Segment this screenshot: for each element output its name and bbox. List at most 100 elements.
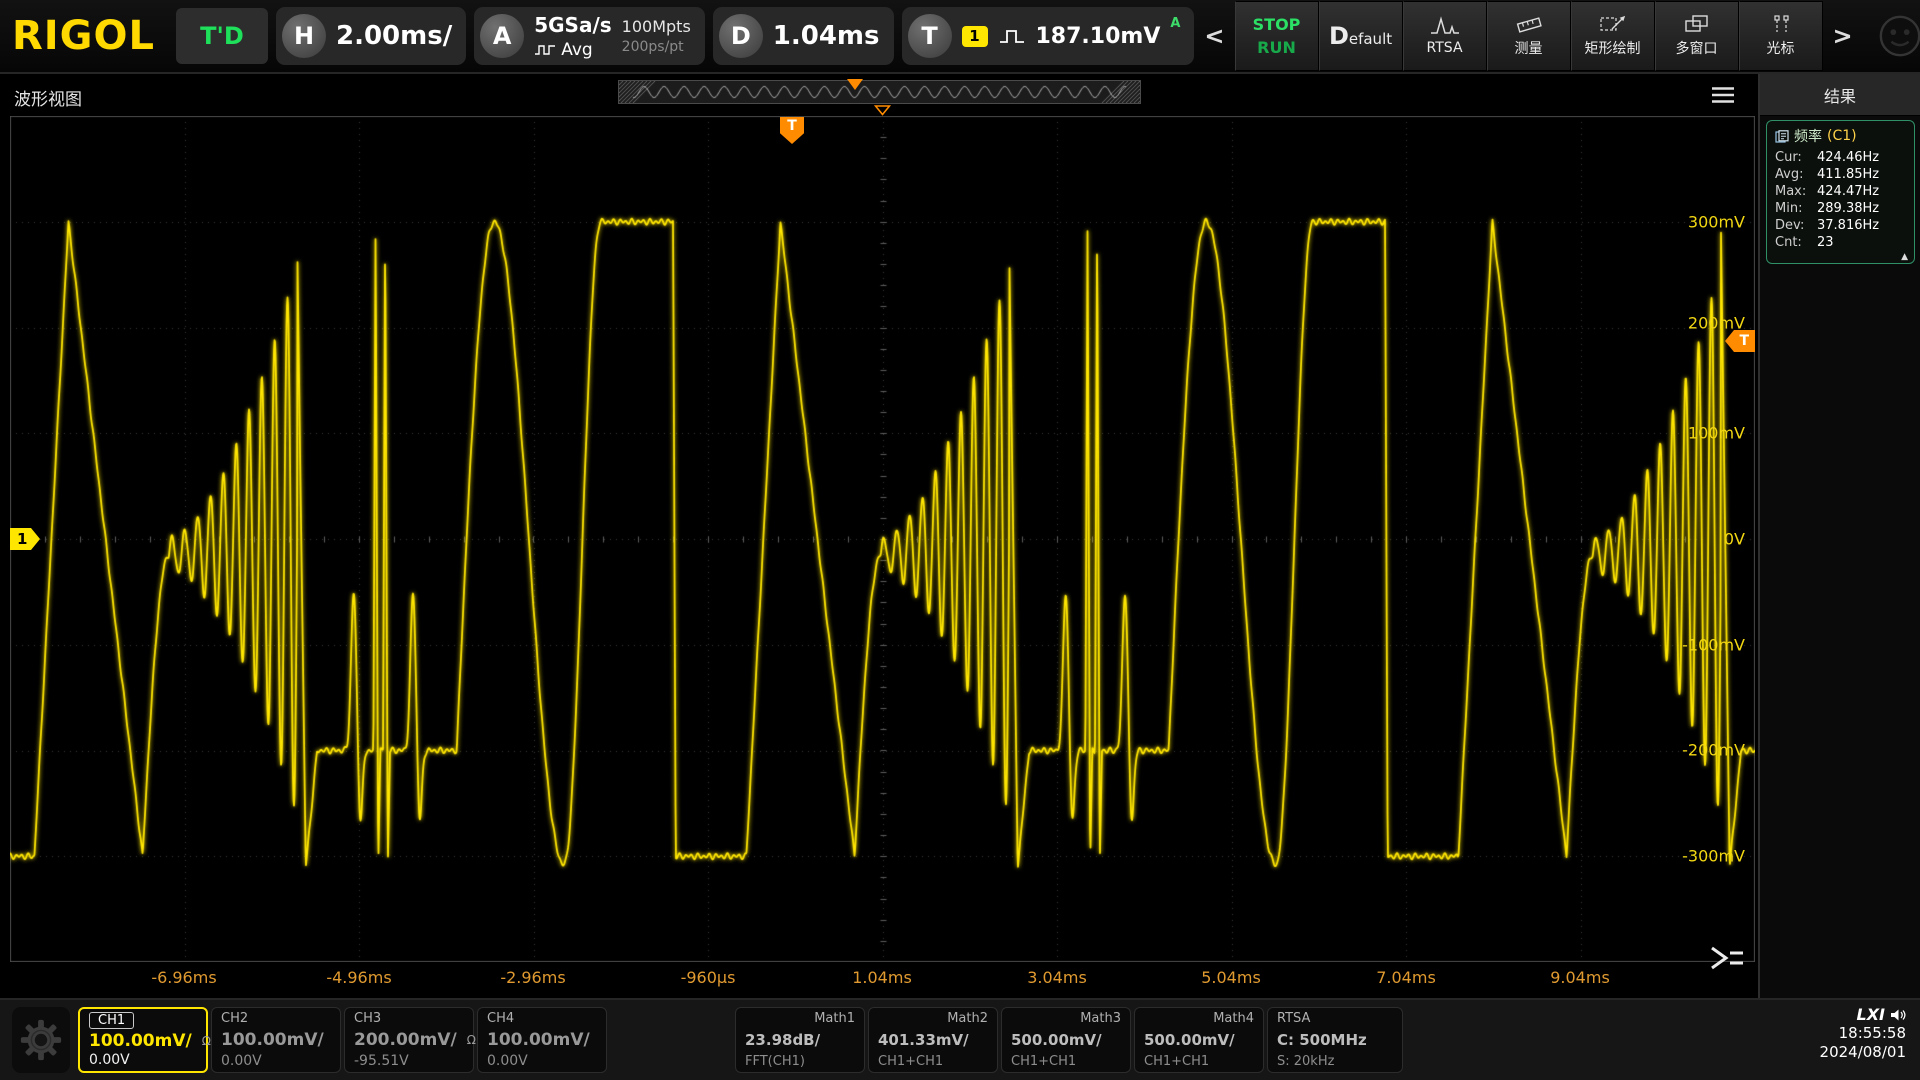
math3-cell[interactable]: Math3 500.00mV/ CH1+CH1 [1001, 1007, 1131, 1073]
math-scale: 500.00mV/ [1144, 1032, 1254, 1049]
waveform-canvas[interactable] [10, 116, 1755, 962]
measure-label: 测量 [1515, 38, 1543, 58]
multi-window-button[interactable]: 多窗口 [1655, 1, 1739, 71]
math4-cell[interactable]: Math4 500.00mV/ CH1+CH1 [1134, 1007, 1264, 1073]
pencil-rect-icon [1599, 14, 1627, 34]
x-axis-label: 7.04ms [1376, 968, 1436, 987]
toolbar-expand-icon[interactable]: > [1831, 22, 1855, 50]
toolbar-collapse-icon[interactable]: < [1202, 22, 1226, 50]
channel-scale-value: 100.00mV/ [89, 1032, 192, 1050]
channel-scale: 200.00mV/ Ω [354, 1031, 464, 1049]
rigol-logo: RIGOL [12, 13, 168, 59]
waveform-view-panel: 波形视图 T 1 T 300mV 200mV 100mV 0V -100 [0, 74, 1760, 998]
bottom-status-bar: CH1 100.00mV/ Ω 0.00V CH2 100.00mV/ 0.00… [0, 998, 1920, 1080]
math1-cell[interactable]: Math1 23.98dB/ FFT(CH1) [735, 1007, 865, 1073]
lxi-label: LXI [1857, 1005, 1885, 1024]
timebase-value: 2.00ms/ [336, 21, 452, 51]
system-time: 18:55:58 [1820, 1024, 1906, 1043]
multi-window-label: 多窗口 [1676, 38, 1718, 58]
stat-value: 37.816Hz [1817, 217, 1879, 234]
measurement-row: Cur: 424.46Hz [1775, 149, 1906, 166]
waveform-view-title: 波形视图 [14, 85, 82, 110]
rtsa-center-freq: C: 500MHz [1277, 1032, 1393, 1049]
channel-scale-value: 100.00mV/ [221, 1031, 324, 1049]
default-button[interactable]: Default [1319, 1, 1403, 71]
channel-offset: -95.51V [354, 1054, 464, 1069]
horizontal-overview-strip[interactable] [618, 80, 1141, 104]
cursor-button[interactable]: 光标 [1739, 1, 1823, 71]
x-axis-label: -2.96ms [500, 968, 565, 987]
x-axis-label: 9.04ms [1550, 968, 1610, 987]
math-expression: FFT(CH1) [745, 1054, 855, 1069]
horizontal-settings-group[interactable]: H 2.00ms/ [276, 7, 466, 65]
math-name: Math2 [947, 1011, 988, 1026]
y-axis-label: 200mV [1688, 314, 1745, 333]
speaker-icon[interactable] [1890, 1008, 1906, 1022]
delay-settings-group[interactable]: D 1.04ms [713, 7, 894, 65]
rtsa-button[interactable]: RTSA [1403, 1, 1487, 71]
impedance-icon: Ω [467, 1031, 476, 1049]
math-name: Math3 [1080, 1011, 1121, 1026]
main-area: 波形视图 T 1 T 300mV 200mV 100mV 0V -100 [0, 74, 1920, 998]
channel3-cell[interactable]: CH3 200.00mV/ Ω -95.51V [344, 1007, 474, 1073]
delay-icon: D [719, 14, 763, 58]
crosshair-icon [1768, 14, 1794, 34]
system-status: LXI 18:55:58 2024/08/01 [1820, 1005, 1906, 1062]
measurement-source: (C1) [1827, 128, 1857, 144]
channel-scale: 100.00mV/ [487, 1031, 597, 1049]
assistant-ghost-icon[interactable] [1877, 13, 1920, 59]
results-panel: 结果 频率 (C1) Cur: 424.46Hz Avg: [1760, 74, 1920, 998]
acquisition-settings-group[interactable]: A 5GSa/s Avg 100Mpts 200ps/pt [474, 7, 705, 65]
stat-value: 411.85Hz [1817, 166, 1879, 183]
channel4-cell[interactable]: CH4 100.00mV/ 0.00V [477, 1007, 607, 1073]
horizontal-icon: H [282, 14, 326, 58]
trigger-status-badge[interactable]: T'D [176, 8, 268, 64]
rtsa-label: RTSA [1427, 40, 1463, 56]
y-axis-label: 0V [1724, 530, 1745, 549]
measurement-row: Avg: 411.85Hz [1775, 166, 1906, 183]
measurement-card-frequency[interactable]: 频率 (C1) Cur: 424.46Hz Avg: 411.85Hz Max:… [1766, 120, 1915, 264]
draw-rect-button[interactable]: 矩形绘制 [1571, 1, 1655, 71]
measure-button[interactable]: 测量 [1487, 1, 1571, 71]
stat-label: Max: [1775, 183, 1817, 200]
stat-value: 289.38Hz [1817, 200, 1879, 217]
delay-value: 1.04ms [773, 21, 880, 51]
channel1-cell[interactable]: CH1 100.00mV/ Ω 0.00V [78, 1007, 208, 1073]
gear-icon [18, 1017, 64, 1063]
sample-rate: 5GSa/s [534, 13, 611, 37]
measurement-name: 频率 [1794, 126, 1822, 146]
math-name: Math4 [1213, 1011, 1254, 1026]
avg-waveform-icon [534, 43, 556, 56]
oscilloscope-screen: RIGOL T'D H 2.00ms/ A 5GSa/s Avg 100Mpts… [0, 0, 1920, 1080]
y-axis-label: -100mV [1682, 636, 1745, 655]
trigger-settings-group[interactable]: T 1 187.10mV A [902, 7, 1195, 65]
delay-position-marker[interactable] [874, 105, 891, 116]
top-toolbar: RIGOL T'D H 2.00ms/ A 5GSa/s Avg 100Mpts… [0, 0, 1920, 74]
system-menu-tile[interactable] [12, 1007, 70, 1073]
cursor-label: 光标 [1767, 38, 1795, 58]
graticule-area[interactable]: T 1 T 300mV 200mV 100mV 0V -100mV -200mV… [10, 116, 1755, 996]
overview-position-marker[interactable] [847, 79, 863, 90]
stat-label: Cnt: [1775, 234, 1817, 251]
hamburger-menu-icon[interactable] [1710, 85, 1736, 105]
collapse-card-icon[interactable]: ▲ [1901, 252, 1908, 262]
math2-cell[interactable]: Math2 401.33mV/ CH1+CH1 [868, 1007, 998, 1073]
windows-icon [1684, 14, 1710, 34]
impedance-icon: Ω [202, 1032, 211, 1050]
rtsa-cell[interactable]: RTSA C: 500MHz S: 20kHz [1267, 1007, 1403, 1073]
trigger-source-badge: 1 [962, 26, 988, 47]
spectrum-icon [1430, 16, 1460, 36]
grid-menu-icon[interactable] [1708, 944, 1746, 972]
measurement-row: Cnt: 23 [1775, 234, 1906, 251]
stat-label: Min: [1775, 200, 1817, 217]
trigger-sweep-mode: A [1170, 16, 1180, 31]
channel2-cell[interactable]: CH2 100.00mV/ 0.00V [211, 1007, 341, 1073]
y-axis-label: -200mV [1682, 741, 1745, 760]
y-axis-label: -300mV [1682, 847, 1745, 866]
x-axis-label: 3.04ms [1027, 968, 1087, 987]
measurement-row: Max: 424.47Hz [1775, 183, 1906, 200]
math-scale: 401.33mV/ [878, 1032, 988, 1049]
stop-run-button[interactable]: STOP RUN [1235, 1, 1319, 71]
math-expression: CH1+CH1 [878, 1054, 988, 1069]
channel-scale-value: 200.00mV/ [354, 1031, 457, 1049]
